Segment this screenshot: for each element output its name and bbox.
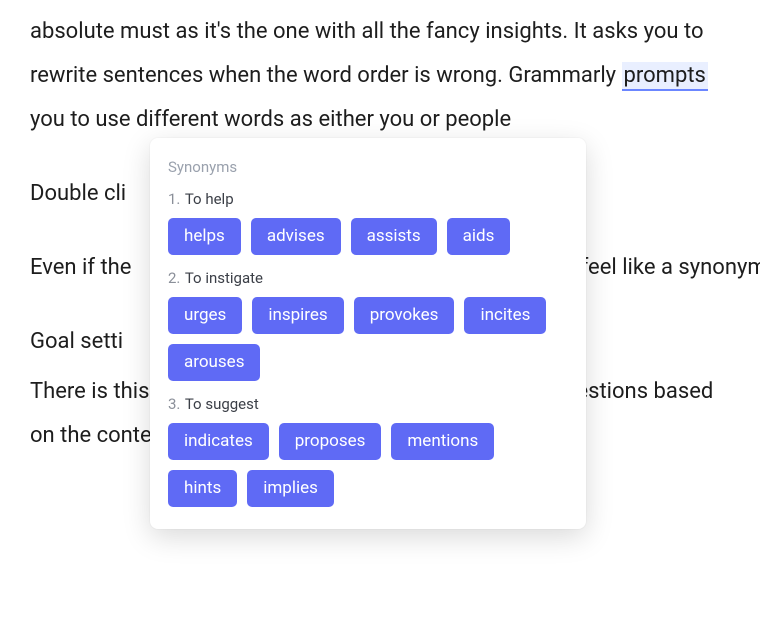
synonym-group: 1. To help helps advises assists aids (168, 190, 568, 255)
synonym-chip[interactable]: implies (247, 470, 334, 507)
text-fragment: Goal setti (30, 329, 123, 354)
chip-row: indicates proposes mentions hints implie… (168, 423, 568, 507)
synonym-group: 2. To instigate urges inspires provokes … (168, 269, 568, 381)
group-number: 3. (168, 395, 180, 413)
chip-row: urges inspires provokes incites arouses (168, 297, 568, 381)
synonym-group: 3. To suggest indicates proposes mention… (168, 395, 568, 507)
popover-title: Synonyms (168, 158, 568, 176)
synonym-chip[interactable]: advises (251, 218, 341, 255)
synonym-chip[interactable]: urges (168, 297, 242, 334)
synonym-chip[interactable]: inspires (252, 297, 343, 334)
text-fragment: Double cli (30, 181, 126, 206)
synonym-chip[interactable]: arouses (168, 344, 260, 381)
group-sense: To suggest (185, 395, 259, 413)
synonym-chip[interactable]: indicates (168, 423, 269, 460)
synonym-chip[interactable]: hints (168, 470, 237, 507)
synonym-chip[interactable]: helps (168, 218, 241, 255)
synonym-chip[interactable]: proposes (279, 423, 382, 460)
group-label: 2. To instigate (168, 269, 568, 287)
synonym-chip[interactable]: mentions (391, 423, 494, 460)
synonym-chip[interactable]: provokes (354, 297, 455, 334)
paragraph-1: absolute must as it's the one with all t… (30, 10, 732, 142)
synonym-chip[interactable]: incites (464, 297, 546, 334)
group-sense: To instigate (185, 269, 263, 287)
chip-row: helps advises assists aids (168, 218, 568, 255)
group-number: 1. (168, 190, 180, 208)
group-sense: To help (185, 190, 234, 208)
group-label: 1. To help (168, 190, 568, 208)
page-frame: absolute must as it's the one with all t… (0, 0, 760, 644)
synonym-chip[interactable]: aids (447, 218, 511, 255)
synonyms-popover: Synonyms 1. To help helps advises assist… (150, 138, 586, 529)
text-fragment: absolute must as it's the one with all t… (30, 19, 704, 88)
highlighted-word-prompts[interactable]: prompts (622, 62, 708, 91)
synonym-chip[interactable]: assists (351, 218, 437, 255)
group-number: 2. (168, 269, 180, 287)
text-fragment: you to use different words as either you… (30, 107, 511, 132)
group-label: 3. To suggest (168, 395, 568, 413)
